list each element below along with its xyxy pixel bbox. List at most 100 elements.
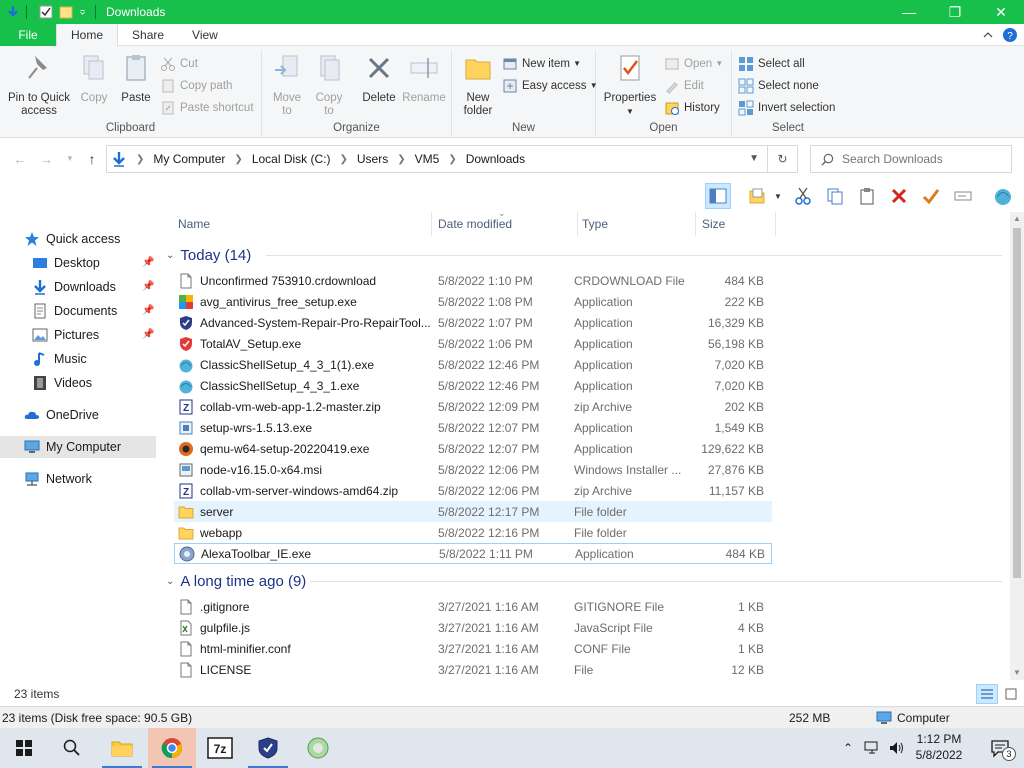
cut-button[interactable]: Cut xyxy=(160,54,198,74)
folder-dropdown-tool[interactable]: ▼ xyxy=(772,183,784,209)
file-row[interactable]: webapp 5/8/2022 12:16 PM File folder xyxy=(174,522,772,543)
paste-button[interactable]: Paste xyxy=(116,52,156,105)
nav-downloads[interactable]: Downloads 📌 xyxy=(0,276,156,298)
shell-tool[interactable] xyxy=(990,183,1016,209)
scroll-down-icon[interactable]: ▼ xyxy=(1010,666,1024,680)
copy-tool[interactable] xyxy=(822,183,848,209)
paste-shortcut-button[interactable]: Paste shortcut xyxy=(160,98,254,118)
properties-tool[interactable] xyxy=(918,183,944,209)
column-header-date[interactable]: Date modified xyxy=(434,212,578,236)
properties-button[interactable]: Properties ▼ xyxy=(602,52,658,118)
file-row[interactable]: setup-wrs-1.5.13.exe 5/8/2022 12:07 PM App… xyxy=(174,417,772,438)
nav-my-computer[interactable]: My Computer xyxy=(0,436,156,458)
cut-tool[interactable] xyxy=(790,183,816,209)
new-folder-icon[interactable] xyxy=(59,5,73,19)
delete-button[interactable]: Delete xyxy=(358,52,400,105)
taskbar-7zip[interactable]: 7z xyxy=(196,728,244,768)
file-row[interactable]: LICENSE 3/27/2021 1:16 AM File 12 KB xyxy=(174,659,772,680)
file-row[interactable]: server 5/8/2022 12:17 PM File folder xyxy=(174,501,772,522)
breadcrumb-local-disk[interactable]: Local Disk (C:) xyxy=(252,152,331,166)
group-header-longago[interactable]: ⌄ A long time ago (9) xyxy=(166,570,1002,592)
search-box[interactable] xyxy=(810,145,1012,173)
pin-quick-access-button[interactable]: Pin to Quick access xyxy=(4,52,74,118)
copy-button[interactable]: Copy xyxy=(74,52,114,105)
scroll-thumb[interactable] xyxy=(1013,228,1021,578)
tab-file[interactable]: File xyxy=(0,24,56,46)
history-button[interactable]: History xyxy=(664,98,720,118)
chevron-right-icon[interactable]: ❯ xyxy=(397,154,405,165)
file-row[interactable]: AlexaToolbar_IE.exe 5/8/2022 1:11 PM Appli… xyxy=(174,543,772,564)
pin-icon[interactable]: 📌 xyxy=(142,257,154,269)
new-folder-button[interactable]: New folder xyxy=(458,52,498,118)
select-none-button[interactable]: Select none xyxy=(738,76,819,96)
large-icons-view-button[interactable] xyxy=(1000,684,1022,704)
chevron-right-icon[interactable]: ❯ xyxy=(234,154,242,165)
column-header-type[interactable]: Type xyxy=(578,212,696,236)
address-bar[interactable]: ❯ My Computer ❯ Local Disk (C:) ❯ Users … xyxy=(106,145,798,173)
taskbar-chrome[interactable] xyxy=(148,728,196,768)
nav-desktop[interactable]: Desktop 📌 xyxy=(0,252,156,274)
file-row[interactable]: Zcollab-vm-web-app-1.2-master.zip 5/8/202… xyxy=(174,396,772,417)
edit-button[interactable]: Edit xyxy=(664,76,704,96)
details-view-button[interactable] xyxy=(976,684,998,704)
pin-icon[interactable]: 📌 xyxy=(142,329,154,341)
rename-tool[interactable] xyxy=(950,183,976,209)
file-row[interactable]: ClassicShellSetup_4_3_1(1).exe 5/8/2022 1… xyxy=(174,354,772,375)
file-row[interactable]: Unconfirmed 753910.crdownload 5/8/2022 1:… xyxy=(174,270,772,291)
file-row[interactable]: avg_antivirus_free_setup.exe 5/8/2022 1:0… xyxy=(174,291,772,312)
move-to-button[interactable]: Move to xyxy=(268,52,306,118)
tab-share[interactable]: Share xyxy=(118,24,178,46)
nav-pictures[interactable]: Pictures 📌 xyxy=(0,324,156,346)
delete-tool[interactable] xyxy=(886,183,912,209)
up-button[interactable]: ↑ xyxy=(84,151,100,167)
open-button[interactable]: Open ▼ xyxy=(664,54,723,74)
rename-button[interactable]: Rename xyxy=(402,52,446,105)
refresh-icon[interactable]: ↻ xyxy=(767,146,797,172)
file-row[interactable]: html-minifier.conf 3/27/2021 1:16 AM CONF … xyxy=(174,638,772,659)
preview-pane-button[interactable] xyxy=(705,183,731,209)
chevron-right-icon[interactable]: ❯ xyxy=(448,154,456,165)
file-row[interactable]: ClassicShellSetup_4_3_1.exe 5/8/2022 12:4… xyxy=(174,375,772,396)
clock[interactable]: 1:12 PM 5/8/2022 xyxy=(904,731,974,763)
scroll-up-icon[interactable]: ▲ xyxy=(1010,212,1024,226)
paste-tool[interactable] xyxy=(854,183,880,209)
chevron-up-icon[interactable]: ⌃ xyxy=(838,741,858,755)
vertical-scrollbar[interactable]: ▲ ▼ xyxy=(1010,212,1024,680)
start-button[interactable] xyxy=(0,728,48,768)
forward-button[interactable]: → xyxy=(38,151,54,167)
pin-icon[interactable]: 📌 xyxy=(142,305,154,317)
file-row[interactable]: node-v16.15.0-x64.msi 5/8/2022 12:06 PM Wi… xyxy=(174,459,772,480)
nav-music[interactable]: Music xyxy=(0,348,156,370)
nav-onedrive[interactable]: OneDrive xyxy=(0,404,156,426)
easy-access-button[interactable]: Easy access ▼ xyxy=(502,76,598,96)
network-icon[interactable] xyxy=(864,739,882,757)
column-header-size[interactable]: Size xyxy=(698,212,776,236)
chevron-right-icon[interactable]: ❯ xyxy=(340,154,348,165)
back-button[interactable]: ← xyxy=(12,151,28,167)
taskbar-installer[interactable] xyxy=(294,728,342,768)
properties-check-icon[interactable] xyxy=(39,5,53,19)
restore-button[interactable]: ❐ xyxy=(932,0,978,24)
file-row[interactable]: gulpfile.js 3/27/2021 1:16 AM JavaScript F… xyxy=(174,617,772,638)
new-folder-tool[interactable] xyxy=(744,183,770,209)
tab-home[interactable]: Home xyxy=(56,24,119,47)
file-row[interactable]: TotalAV_Setup.exe 5/8/2022 1:06 PM Applica… xyxy=(174,333,772,354)
nav-network[interactable]: Network xyxy=(0,468,156,490)
help-icon[interactable]: ? xyxy=(1002,27,1018,43)
download-arrow-icon[interactable] xyxy=(6,5,20,19)
breadcrumb-my-computer[interactable]: My Computer xyxy=(153,152,225,166)
chevron-right-icon[interactable]: ❯ xyxy=(136,154,144,165)
file-row[interactable]: Zcollab-vm-server-windows-amd64.zip 5/8/2… xyxy=(174,480,772,501)
breadcrumb-downloads[interactable]: Downloads xyxy=(466,152,525,166)
new-item-button[interactable]: New item ▼ xyxy=(502,54,581,74)
search-input[interactable] xyxy=(842,152,1002,166)
notifications-button[interactable]: 3 xyxy=(976,728,1024,768)
recent-locations-button[interactable]: ▼ xyxy=(62,151,78,167)
select-all-button[interactable]: Select all xyxy=(738,54,805,74)
nav-videos[interactable]: Videos xyxy=(0,372,156,394)
taskbar-file-explorer[interactable] xyxy=(98,728,146,768)
nav-quick-access[interactable]: Quick access xyxy=(0,228,156,250)
copy-to-button[interactable]: Copy to xyxy=(310,52,348,118)
tab-view[interactable]: View xyxy=(178,24,232,46)
expand-ribbon-icon[interactable] xyxy=(980,27,996,43)
